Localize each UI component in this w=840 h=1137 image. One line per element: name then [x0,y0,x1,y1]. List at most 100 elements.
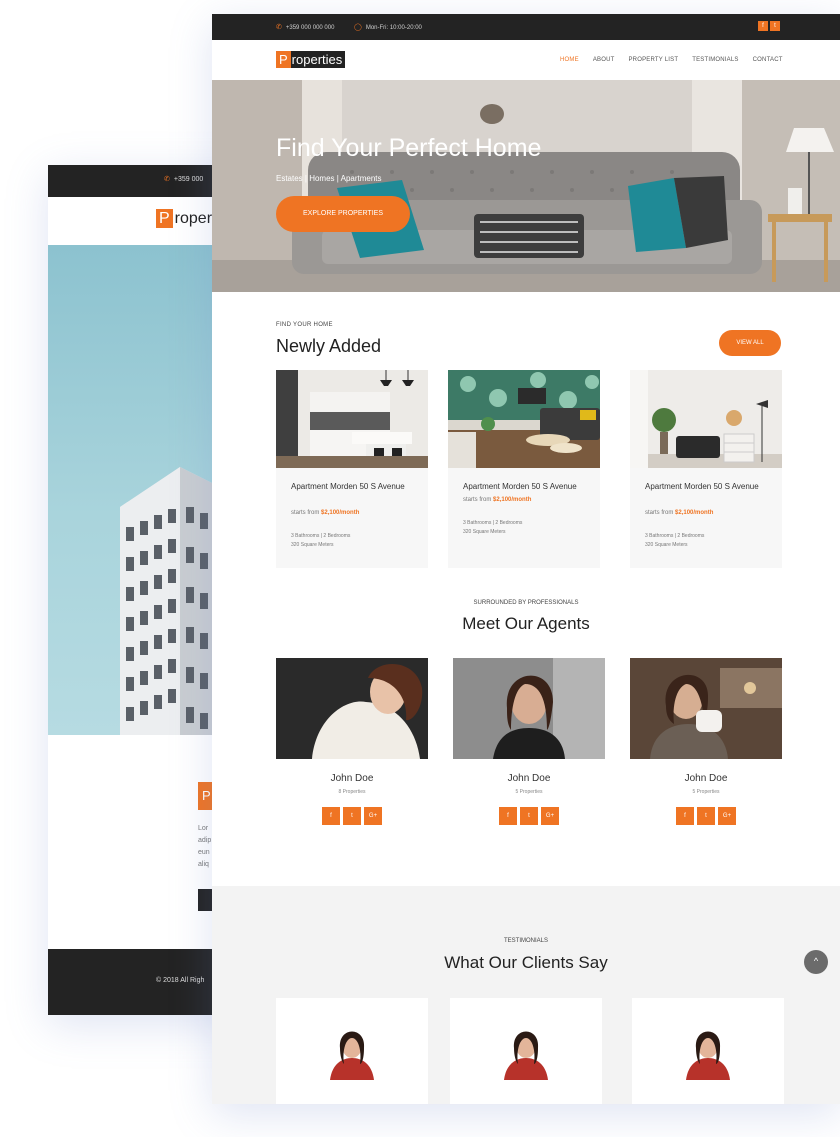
specs-rooms: 3 Bathrooms | 2 Bedrooms [291,533,351,539]
menu-item-home[interactable]: HOME [560,57,579,63]
agent-socials: f t G+ [276,807,428,825]
agents-title: Meet Our Agents [462,614,590,633]
newly-eyebrow: FIND YOUR HOME [276,322,333,328]
google-plus-icon[interactable]: G+ [541,807,559,825]
property-image [630,370,782,468]
back-logo[interactable]: Proper [156,209,213,228]
testimonial-card [276,998,428,1104]
newly-added-section: FIND YOUR HOME Newly Added VIEW ALL Apar… [212,292,840,582]
topbar-hours: ◯ Mon-Fri: 10:00-20:00 [354,23,422,31]
agent-properties: 5 Properties [692,789,720,795]
menu-item-property-list[interactable]: PROPERTY LIST [628,57,678,63]
property-price: starts from $2,100/month [463,497,531,503]
hero-section: Find Your Perfect Home Estates | Homes |… [212,80,840,292]
property-image [448,370,600,468]
topbar-socials: f t [758,21,780,31]
agent-properties: 5 Properties [515,789,543,795]
property-name: Apartment Morden 50 S Avenue [645,482,759,491]
hero-subtitle: Estates | Homes | Apartments [276,174,382,183]
back-phone-text: +359 000 [173,176,204,183]
client-avatar [330,1031,374,1080]
twitter-icon[interactable]: t [343,807,361,825]
menu-item-contact[interactable]: CONTACT [753,57,783,63]
price-value: $2,100/month [321,510,360,516]
agent-name: John Doe [330,773,374,784]
specs-area: 320 Square Meters [645,542,688,548]
agent-socials: f t G+ [453,807,605,825]
facebook-icon[interactable]: f [676,807,694,825]
google-plus-icon[interactable]: G+ [364,807,382,825]
hero-title: Find Your Perfect Home [276,134,542,162]
property-price: starts from $2,100/month [291,510,359,516]
phone-text: +359 000 000 000 [285,25,335,31]
topbar: ✆ +359 000 000 000 ◯ Mon-Fri: 10:00-20:00 … [212,14,840,40]
specs-rooms: 3 Bathrooms | 2 Bedrooms [645,533,705,539]
twitter-icon[interactable]: t [770,21,780,31]
phone-icon: ✆ [164,176,170,183]
price-value: $2,100/month [493,497,532,503]
logo-text: roperties [290,51,346,68]
hero-livingroom-image [212,80,840,292]
facebook-icon[interactable]: f [499,807,517,825]
property-card[interactable]: Apartment Morden 50 S Avenue starts from… [630,370,782,568]
twitter-icon[interactable]: t [697,807,715,825]
building-image [120,467,220,735]
agent-photo[interactable] [630,658,782,759]
price-value: $2,100/month [675,510,714,516]
front-page-preview: ✆ +359 000 000 000 ◯ Mon-Fri: 10:00-20:00 … [212,14,840,1104]
main-menu: HOME ABOUT PROPERTY LIST TESTIMONIALS CO… [560,57,783,63]
property-price: starts from $2,100/month [645,510,713,516]
facebook-icon[interactable]: f [322,807,340,825]
property-name: Apartment Morden 50 S Avenue [463,482,577,491]
back-logo-text: roper [172,210,213,227]
property-card[interactable]: Apartment Morden 50 S Avenue starts from… [276,370,428,568]
testimonial-card [450,998,602,1104]
back-phone: ✆ +359 000 [164,175,203,183]
explore-properties-button[interactable]: EXPLORE PROPERTIES [276,196,410,232]
menu-item-testimonials[interactable]: TESTIMONIALS [692,57,738,63]
agent-card: John Doe 5 Properties f t G+ [453,658,605,825]
agents-eyebrow: SURROUNDED BY PROFESSIONALS [473,600,579,606]
client-avatar [686,1031,730,1080]
testimonials-section: TESTIMONIALS What Our Clients Say ^ [212,886,840,1104]
property-specs: 3 Bathrooms | 2 Bedrooms 320 Square Mete… [463,519,522,537]
view-all-button[interactable]: VIEW ALL [719,330,781,356]
price-prefix: starts from [291,510,320,516]
specs-area: 320 Square Meters [463,529,506,535]
topbar-phone: ✆ +359 000 000 000 [276,23,334,31]
facebook-icon[interactable]: f [758,21,768,31]
back-copyright: © 2018 All Righ [156,977,205,984]
agent-socials: f t G+ [630,807,782,825]
property-name: Apartment Morden 50 S Avenue [291,482,405,491]
scroll-to-top-button[interactable]: ^ [804,950,828,974]
navbar: Properties HOME ABOUT PROPERTY LIST TEST… [212,40,840,80]
google-plus-icon[interactable]: G+ [718,807,736,825]
property-image [276,370,428,468]
agent-properties: 8 Properties [338,789,366,795]
price-prefix: starts from [463,497,492,503]
logo-letter: P [276,51,291,68]
twitter-icon[interactable]: t [520,807,538,825]
agent-photo[interactable] [276,658,428,759]
menu-item-about[interactable]: ABOUT [593,57,615,63]
newly-title: Newly Added [276,336,382,356]
client-avatar [504,1031,548,1080]
property-specs: 3 Bathrooms | 2 Bedrooms 320 Square Mete… [291,532,350,550]
agents-section: SURROUNDED BY PROFESSIONALS Meet Our Age… [212,582,840,872]
testimonials-title: What Our Clients Say [444,953,608,972]
testimonial-card [632,998,784,1104]
back-logo-letter: P [156,209,173,228]
agent-name: John Doe [507,773,551,784]
agent-card: John Doe 5 Properties f t G+ [630,658,782,825]
specs-area: 320 Square Meters [291,542,334,548]
logo[interactable]: Properties [276,51,346,68]
clock-icon: ◯ [354,24,362,31]
agent-photo[interactable] [453,658,605,759]
hours-text: Mon-Fri: 10:00-20:00 [365,25,422,31]
phone-icon: ✆ [276,24,282,31]
price-prefix: starts from [645,510,674,516]
testimonials-eyebrow: TESTIMONIALS [503,938,548,944]
property-card[interactable]: Apartment Morden 50 S Avenue starts from… [448,370,600,568]
agent-card: John Doe 8 Properties f t G+ [276,658,428,825]
specs-rooms: 3 Bathrooms | 2 Bedrooms [463,520,523,526]
